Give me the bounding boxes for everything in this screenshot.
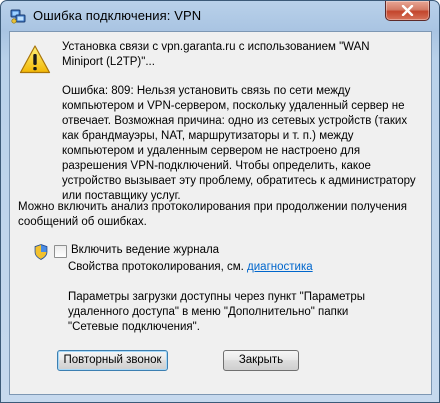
warning-icon bbox=[19, 44, 51, 76]
diagnostics-row: Свойства протоколирования, см. диагности… bbox=[68, 261, 313, 273]
redial-button[interactable]: Повторный звонок bbox=[57, 350, 168, 371]
close-button[interactable]: Закрыть bbox=[223, 350, 299, 371]
title-bar[interactable]: Ошибка подключения: VPN bbox=[1, 1, 439, 31]
error-dialog: Ошибка подключения: VPN Установка связи … bbox=[0, 0, 440, 403]
diagnostics-prefix: Свойства протоколирования, см. bbox=[68, 261, 244, 273]
close-window-button[interactable] bbox=[385, 1, 430, 21]
shield-icon bbox=[34, 244, 48, 260]
diagnostics-link[interactable]: диагностика bbox=[247, 261, 313, 273]
network-icon bbox=[10, 8, 26, 24]
settings-note: Параметры загрузки доступны через пункт … bbox=[68, 291, 366, 333]
error-message: Ошибка: 809: Нельзя установить связь по … bbox=[62, 85, 416, 202]
enable-logging-checkbox[interactable] bbox=[54, 245, 67, 258]
enable-logging-label[interactable]: Включить ведение журнала bbox=[71, 244, 219, 256]
window-title: Ошибка подключения: VPN bbox=[33, 8, 202, 23]
dialog-content: Установка связи с vpn.garanta.ru с испол… bbox=[9, 31, 432, 395]
close-icon bbox=[401, 5, 414, 16]
logging-hint: Можно включить анализ протоколирования п… bbox=[18, 201, 407, 228]
connecting-message: Установка связи с vpn.garanta.ru с испол… bbox=[62, 41, 370, 68]
